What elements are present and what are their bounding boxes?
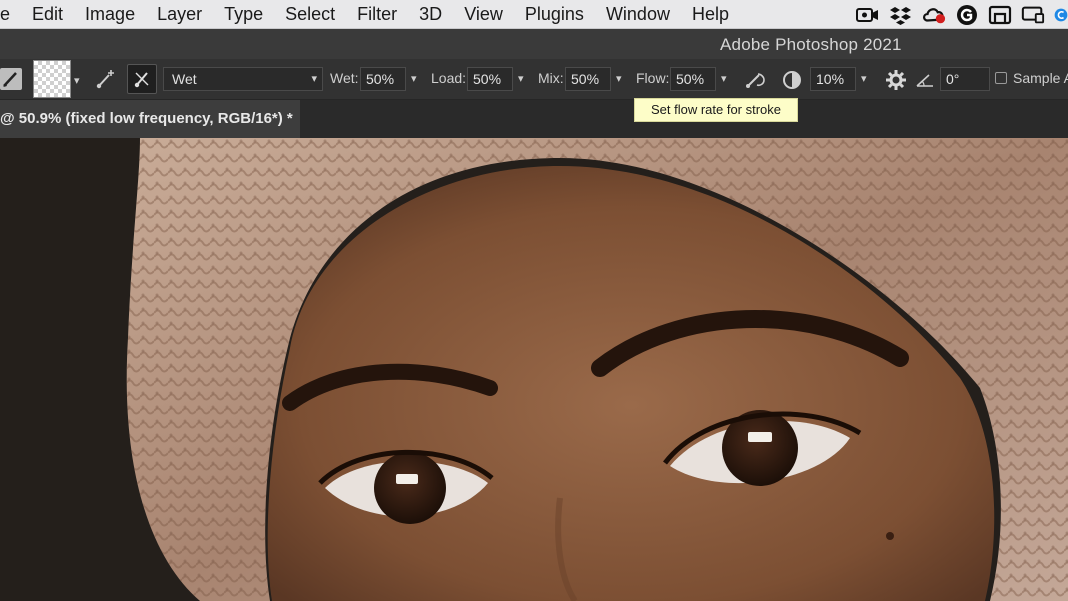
angle-field[interactable]: 0° bbox=[940, 67, 990, 91]
blend-preset-value: Wet bbox=[172, 71, 197, 87]
menu-3d[interactable]: 3D bbox=[408, 0, 453, 29]
status-icons bbox=[856, 0, 1068, 29]
chevron-down-icon[interactable]: ▾ bbox=[518, 72, 524, 85]
angle-icon bbox=[914, 67, 936, 93]
menu-plugins[interactable]: Plugins bbox=[514, 0, 595, 29]
wet-field[interactable]: 50% bbox=[360, 67, 406, 91]
dropbox-icon[interactable] bbox=[889, 5, 913, 25]
airbrush-icon[interactable] bbox=[742, 67, 770, 93]
app-title: Adobe Photoshop 2021 bbox=[720, 35, 902, 54]
tool-options-bar: ▾ Wet ▾ Wet: 50% ▾ Load: 50% ▾ Mix: 50% … bbox=[0, 59, 1068, 100]
menu-layer[interactable]: Layer bbox=[146, 0, 213, 29]
document-tab-bar: @ 50.9% (fixed low frequency, RGB/16*) * bbox=[0, 100, 1068, 138]
gear-icon[interactable] bbox=[883, 67, 909, 93]
portrait-image bbox=[0, 138, 1068, 601]
menu-filter[interactable]: Filter bbox=[346, 0, 408, 29]
load-brush-icon[interactable] bbox=[93, 67, 119, 93]
menu-view[interactable]: View bbox=[453, 0, 514, 29]
menu-image[interactable]: Image bbox=[74, 0, 146, 29]
chevron-down-icon[interactable]: ▾ bbox=[861, 72, 867, 85]
menu-edit[interactable]: Edit bbox=[21, 0, 74, 29]
app-icon[interactable] bbox=[1054, 5, 1068, 25]
document-canvas[interactable] bbox=[0, 138, 1068, 601]
wet-label: Wet: bbox=[330, 70, 359, 86]
mix-label: Mix: bbox=[538, 70, 564, 86]
chevron-down-icon: ▾ bbox=[311, 73, 317, 85]
menu-help[interactable]: Help bbox=[681, 0, 740, 29]
chevron-down-icon[interactable]: ▾ bbox=[721, 72, 727, 85]
load-label: Load: bbox=[431, 70, 467, 86]
chevron-down-icon[interactable]: ▾ bbox=[616, 72, 622, 85]
chevron-down-icon[interactable]: ▾ bbox=[74, 74, 80, 87]
app-titlebar: Adobe Photoshop 2021 bbox=[0, 29, 1068, 59]
mix-field[interactable]: 50% bbox=[565, 67, 611, 91]
brush-load-swatch[interactable] bbox=[33, 60, 71, 98]
document-tab[interactable]: @ 50.9% (fixed low frequency, RGB/16*) * bbox=[0, 100, 300, 138]
smoothing-field[interactable]: 10% bbox=[810, 67, 856, 91]
menu-window[interactable]: Window bbox=[595, 0, 681, 29]
flow-field[interactable]: 50% bbox=[670, 67, 716, 91]
smoothing-icon[interactable] bbox=[779, 67, 805, 93]
chevron-down-icon[interactable]: ▾ bbox=[411, 72, 417, 85]
menu-photoshop-partial[interactable]: e bbox=[0, 0, 21, 29]
creative-cloud-icon[interactable] bbox=[922, 5, 946, 25]
flow-label: Flow: bbox=[636, 70, 670, 86]
load-field[interactable]: 50% bbox=[467, 67, 513, 91]
flow-tooltip: Set flow rate for stroke bbox=[634, 98, 798, 122]
sample-all-layers-checkbox[interactable] bbox=[995, 72, 1007, 84]
mac-menubar: e Edit Image Layer Type Select Filter 3D… bbox=[0, 0, 1068, 29]
blend-preset-select[interactable]: Wet ▾ bbox=[163, 67, 323, 91]
screen-mirror-icon[interactable] bbox=[1021, 5, 1045, 25]
sample-all-layers-label: Sample A bbox=[1013, 70, 1068, 86]
clean-brush-icon[interactable] bbox=[127, 64, 157, 94]
grammarly-icon[interactable] bbox=[955, 4, 979, 25]
menu-type[interactable]: Type bbox=[213, 0, 274, 29]
mixer-brush-tool-icon[interactable] bbox=[0, 68, 22, 90]
menu-select[interactable]: Select bbox=[274, 0, 346, 29]
display-icon[interactable] bbox=[988, 5, 1012, 25]
screen-record-icon[interactable] bbox=[856, 5, 880, 25]
